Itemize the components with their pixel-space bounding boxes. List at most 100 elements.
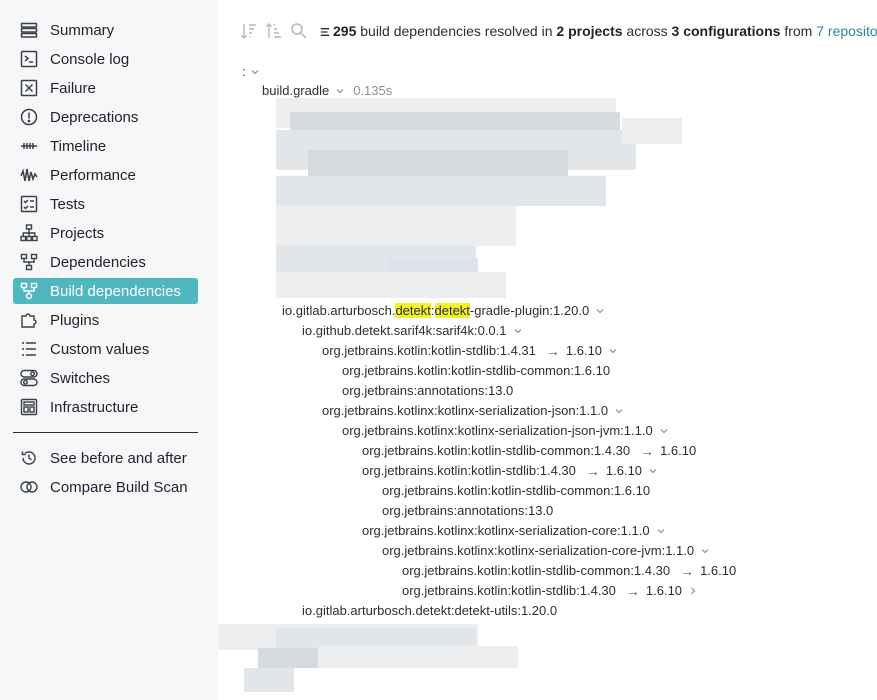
chevron-down-icon[interactable] bbox=[614, 406, 624, 416]
chevron-down-icon[interactable] bbox=[595, 306, 605, 316]
resolved-version: 1.6.10 bbox=[700, 563, 737, 578]
project-count: 2 projects bbox=[556, 23, 623, 39]
timeline-icon bbox=[20, 137, 38, 155]
chevron-down-icon[interactable] bbox=[656, 526, 666, 536]
dependency-row[interactable]: io.gitlab.arturbosch.detekt:detekt-utils… bbox=[302, 602, 557, 620]
dependency-row[interactable]: org.jetbrains:annotations:13.0 bbox=[342, 382, 513, 400]
projects-icon bbox=[20, 224, 38, 242]
nav-projects-label: Projects bbox=[50, 224, 105, 242]
history-icon bbox=[20, 449, 38, 467]
compare-icon bbox=[20, 478, 38, 496]
switches-icon bbox=[20, 369, 38, 387]
plugin-row[interactable]: io.gitlab.arturbosch.detekt:detekt-gradl… bbox=[282, 302, 605, 320]
resolved-version: 1.6.10 bbox=[645, 583, 683, 598]
summary-text-2: across bbox=[622, 23, 672, 39]
dependency-name: org.jetbrains.kotlin:kotlin-stdlib-commo… bbox=[362, 443, 631, 458]
nav-compare-build-scan-label: Compare Build Scan bbox=[50, 478, 188, 496]
nav-switches[interactable]: Switches bbox=[13, 365, 198, 391]
dependency-row[interactable]: io.github.detekt.sarif4k:sarif4k:0.0.1 bbox=[302, 322, 523, 340]
custom-values-icon bbox=[20, 340, 38, 358]
dependencies-icon bbox=[20, 253, 38, 271]
dependency-row[interactable]: org.jetbrains:annotations:13.0 bbox=[382, 502, 553, 520]
dependency-count: 295 bbox=[333, 23, 357, 39]
sort-descending-icon[interactable] bbox=[240, 22, 258, 40]
dependency-row[interactable]: org.jetbrains.kotlinx:kotlinx-serializat… bbox=[362, 522, 666, 540]
dependency-row[interactable]: org.jetbrains.kotlin:kotlin-stdlib-commo… bbox=[362, 442, 696, 460]
dependency-row[interactable]: org.jetbrains.kotlin:kotlin-stdlib:1.4.3… bbox=[402, 582, 698, 600]
list-icon bbox=[320, 28, 330, 37]
nav-summary-label: Summary bbox=[50, 21, 115, 39]
resolved-version: 1.6.10 bbox=[605, 463, 643, 478]
summary-text-1: build dependencies resolved in bbox=[356, 23, 557, 39]
dependency-row[interactable]: org.jetbrains.kotlin:kotlin-stdlib:1.4.3… bbox=[362, 462, 658, 480]
dependency-row[interactable]: org.jetbrains.kotlinx:kotlinx-serializat… bbox=[322, 402, 624, 420]
failure-icon bbox=[20, 79, 38, 97]
dependency-row[interactable]: org.jetbrains.kotlin:kotlin-stdlib-commo… bbox=[382, 482, 650, 500]
tests-icon bbox=[20, 195, 38, 213]
nav-dependencies-label: Dependencies bbox=[50, 253, 146, 271]
console-icon bbox=[20, 50, 38, 68]
dependency-name: org.jetbrains:annotations:13.0 bbox=[382, 503, 554, 518]
nav-build-dependencies[interactable]: Build dependencies bbox=[13, 278, 198, 304]
nav-dependencies[interactable]: Dependencies bbox=[13, 249, 198, 275]
dependency-name: org.jetbrains.kotlinx:kotlinx-serializat… bbox=[342, 423, 653, 438]
nav-see-before-and-after[interactable]: See before and after bbox=[13, 445, 198, 471]
configuration-count: 3 configurations bbox=[671, 23, 781, 39]
nav-timeline[interactable]: Timeline bbox=[13, 133, 198, 159]
tree-root[interactable]: : bbox=[242, 63, 260, 81]
main-content: 295 build dependencies resolved in 2 pro… bbox=[218, 0, 877, 700]
search-highlight: detekt bbox=[395, 303, 431, 318]
nav-infrastructure-label: Infrastructure bbox=[50, 398, 139, 416]
dependency-row[interactable]: org.jetbrains.kotlin:kotlin-stdlib:1.4.3… bbox=[322, 342, 618, 360]
nav-switches-label: Switches bbox=[50, 369, 111, 387]
dependency-name: org.jetbrains.kotlin:kotlin-stdlib:1.4.3… bbox=[322, 343, 536, 358]
summary-icon bbox=[20, 21, 38, 39]
build-dependencies-icon bbox=[20, 282, 38, 300]
dependency-name: io.github.detekt.sarif4k:sarif4k:0.0.1 bbox=[302, 323, 507, 338]
deprecation-icon bbox=[20, 108, 38, 126]
nav-compare-build-scan[interactable]: Compare Build Scan bbox=[13, 474, 198, 500]
nav-see-before-and-after-label: See before and after bbox=[50, 449, 187, 467]
dependency-row[interactable]: org.jetbrains.kotlin:kotlin-stdlib-commo… bbox=[342, 362, 610, 380]
plugins-icon bbox=[20, 311, 38, 329]
sort-ascending-icon[interactable] bbox=[265, 22, 283, 40]
nav-projects[interactable]: Projects bbox=[13, 220, 198, 246]
repositories-link[interactable]: 7 repositories bbox=[816, 23, 877, 39]
nav-console-log[interactable]: Console log bbox=[13, 46, 198, 72]
dependency-name: org.jetbrains.kotlin:kotlin-stdlib-commo… bbox=[402, 563, 671, 578]
resolved-version: 1.6.10 bbox=[565, 343, 603, 358]
dependency-name: org.jetbrains.kotlin:kotlin-stdlib-commo… bbox=[342, 363, 611, 378]
dependency-row[interactable]: org.jetbrains.kotlin:kotlin-stdlib-commo… bbox=[402, 562, 736, 580]
chevron-down-icon[interactable] bbox=[659, 426, 669, 436]
chevron-right-icon[interactable] bbox=[688, 586, 698, 596]
nav-tests[interactable]: Tests bbox=[13, 191, 198, 217]
nav-performance[interactable]: Performance bbox=[13, 162, 198, 188]
nav-build-dependencies-label: Build dependencies bbox=[50, 282, 181, 300]
nav-console-log-label: Console log bbox=[50, 50, 130, 68]
nav-failure[interactable]: Failure bbox=[13, 75, 198, 101]
chevron-down-icon[interactable] bbox=[250, 67, 260, 77]
tree-root-label: : bbox=[242, 64, 246, 79]
chevron-down-icon[interactable] bbox=[608, 346, 618, 356]
search-icon[interactable] bbox=[290, 22, 308, 40]
nav-plugins-label: Plugins bbox=[50, 311, 100, 329]
nav-plugins[interactable]: Plugins bbox=[13, 307, 198, 333]
dependency-name: org.jetbrains.kotlin:kotlin-stdlib-commo… bbox=[382, 483, 651, 498]
chevron-down-icon[interactable] bbox=[648, 466, 658, 476]
toolbar: 295 build dependencies resolved in 2 pro… bbox=[240, 19, 877, 43]
arrow-right-icon: → bbox=[640, 443, 655, 459]
nav-infrastructure[interactable]: Infrastructure bbox=[13, 394, 198, 420]
nav-custom-values[interactable]: Custom values bbox=[13, 336, 198, 362]
dependency-row[interactable]: org.jetbrains.kotlinx:kotlinx-serializat… bbox=[342, 422, 669, 440]
nav-summary[interactable]: Summary bbox=[13, 17, 198, 43]
chevron-down-icon[interactable] bbox=[700, 546, 710, 556]
dependency-row[interactable]: org.jetbrains.kotlinx:kotlinx-serializat… bbox=[382, 542, 710, 560]
arrow-right-icon: → bbox=[585, 463, 600, 479]
dependency-name: org.jetbrains.kotlinx:kotlinx-serializat… bbox=[362, 523, 650, 538]
nav-deprecations[interactable]: Deprecations bbox=[13, 104, 198, 130]
chevron-down-icon[interactable] bbox=[513, 326, 523, 336]
arrow-right-icon: → bbox=[545, 343, 560, 359]
sidebar: Summary Console log Failure Deprecations… bbox=[0, 0, 218, 700]
chevron-down-icon[interactable] bbox=[335, 86, 345, 96]
dependency-name: org.jetbrains.kotlin:kotlin-stdlib:1.4.3… bbox=[362, 463, 576, 478]
